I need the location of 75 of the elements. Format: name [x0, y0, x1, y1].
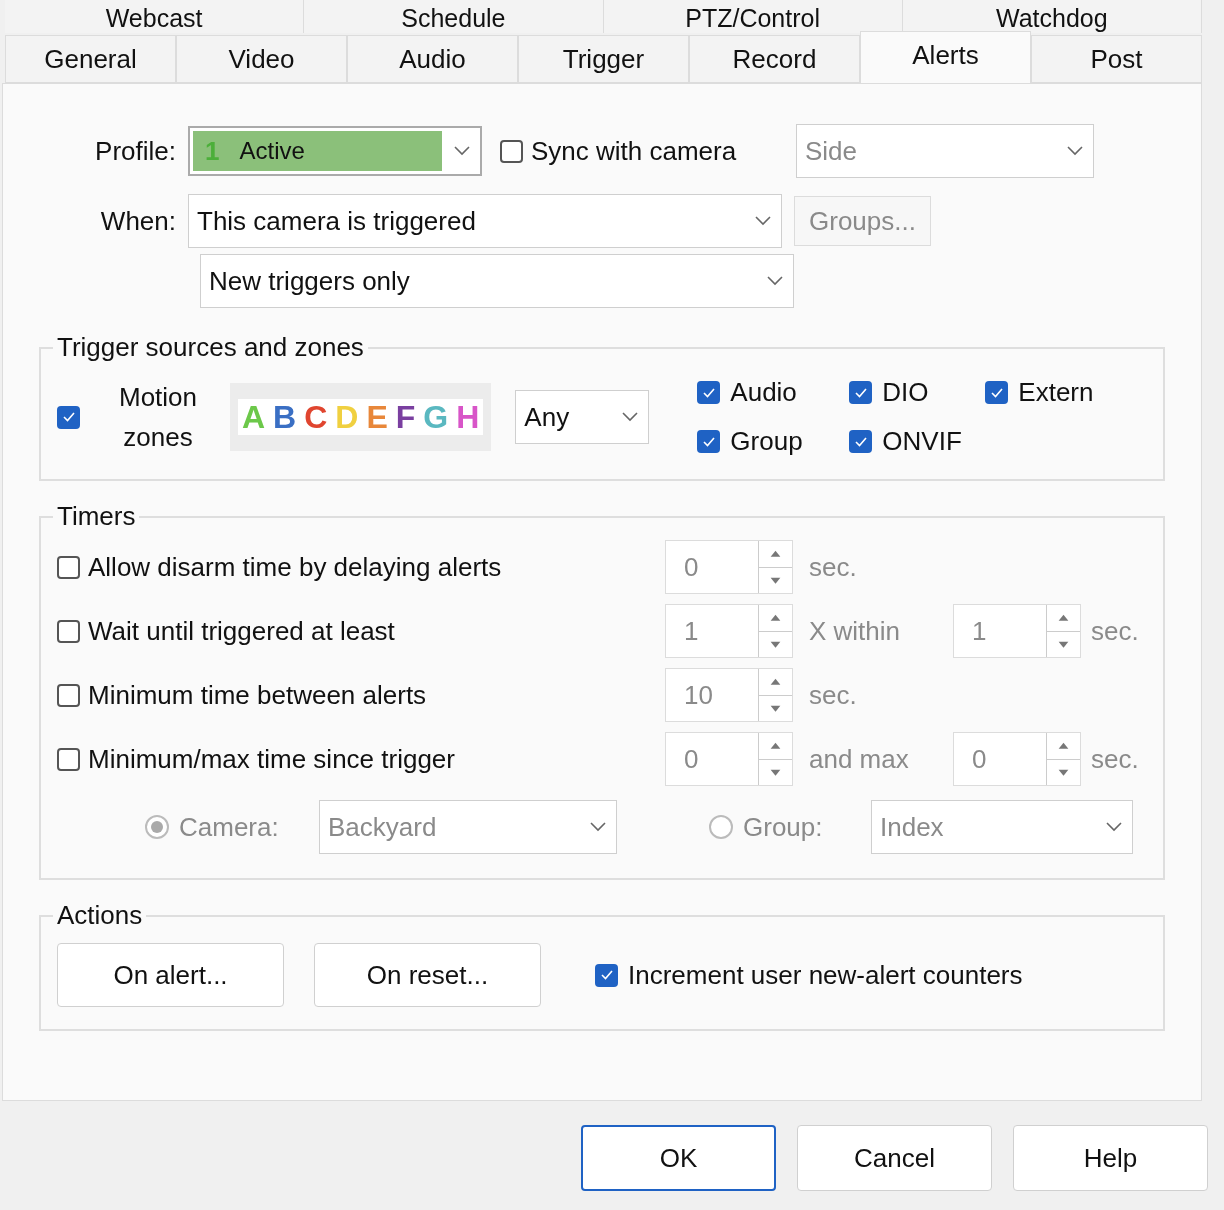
tab[interactable]: Post	[1031, 35, 1202, 83]
checkmark-icon	[599, 969, 614, 981]
tab[interactable]: Trigger	[518, 35, 689, 83]
profile-number: 1	[205, 134, 220, 168]
checkbox-label: Wait until triggered at least	[88, 614, 395, 648]
checkbox[interactable]	[57, 683, 80, 707]
checkbox[interactable]	[57, 619, 80, 643]
field-label: When:	[99, 204, 177, 238]
zone-letter[interactable]: C	[304, 399, 328, 435]
profile-name: Active	[239, 136, 305, 166]
zone-letter[interactable]: B	[273, 399, 297, 435]
checkmark-icon	[701, 386, 716, 399]
group-title: Trigger sources and zones	[56, 331, 365, 364]
dialog-button[interactable]: OK	[581, 1125, 776, 1191]
group-title: Timers	[56, 500, 137, 533]
checkbox[interactable]	[849, 430, 873, 453]
tab[interactable]: Audio	[347, 35, 518, 83]
unit-label: sec.	[1091, 742, 1139, 776]
checkbox[interactable]	[985, 381, 1009, 404]
tab[interactable]: Video	[176, 35, 347, 83]
checkbox-label: Allow disarm time by delaying alerts	[88, 550, 502, 584]
action-button[interactable]: On alert...	[57, 943, 284, 1007]
unit-label: sec.	[1091, 614, 1139, 648]
radio-button[interactable]	[145, 815, 169, 839]
zone-letters[interactable]: A B C D E F G H	[230, 383, 492, 451]
chevron-down-icon	[1067, 146, 1083, 156]
profile-select[interactable]: 1 Active	[188, 126, 482, 176]
chevron-down-icon	[622, 412, 639, 422]
unit-label: sec.	[809, 550, 858, 584]
checkbox-label: Increment user new-alert counters	[628, 958, 1023, 992]
checkmark-icon	[853, 386, 868, 399]
dropdown[interactable]: Any	[515, 390, 650, 444]
radio-label: Group:	[743, 810, 824, 844]
checkbox-label: Minimum/max time since trigger	[88, 742, 455, 776]
checkbox[interactable]	[57, 555, 80, 579]
tab[interactable]: Alerts	[860, 31, 1031, 83]
checkbox-label: Minimum time between alerts	[88, 678, 427, 712]
action-button[interactable]: On reset...	[314, 943, 541, 1007]
checkbox-label: Motion zones	[117, 381, 198, 454]
checkbox[interactable]	[697, 430, 721, 453]
dialog-button[interactable]: Help	[1013, 1125, 1208, 1191]
chevron-down-icon	[590, 822, 606, 832]
radio-button[interactable]	[709, 815, 733, 839]
checkbox[interactable]	[595, 963, 618, 987]
dropdown[interactable]: This camera is triggered	[188, 194, 782, 248]
checkbox-label: DIO	[882, 376, 929, 409]
checkmark-icon	[853, 435, 868, 448]
unit-label: X within	[809, 614, 902, 648]
checkbox-label: Audio	[730, 376, 797, 409]
checkbox[interactable]	[500, 139, 523, 163]
chevron-down-icon	[755, 216, 771, 226]
checkbox-label: Group	[730, 425, 803, 458]
checkbox[interactable]	[57, 747, 80, 771]
tab[interactable]: Record	[689, 35, 860, 83]
zone-letter[interactable]: F	[395, 399, 416, 435]
checkbox[interactable]	[697, 381, 721, 404]
group-title: Actions	[56, 899, 144, 932]
checkbox[interactable]	[57, 405, 80, 429]
checkmark-icon	[701, 435, 716, 448]
dropdown[interactable]: New triggers only	[200, 254, 794, 308]
chevron-down-icon	[454, 146, 470, 156]
field-label: Profile:	[94, 134, 177, 168]
checkbox-label: Sync with camera	[531, 134, 737, 168]
chevron-down-icon	[1106, 822, 1122, 832]
checkbox-label: Extern	[1018, 376, 1094, 409]
unit-label: sec.	[809, 678, 858, 712]
tab[interactable]: General	[5, 35, 176, 83]
radio-label: Camera:	[179, 810, 280, 844]
checkmark-icon	[61, 411, 76, 423]
checkbox[interactable]	[849, 381, 873, 404]
dialog-button[interactable]: Cancel	[797, 1125, 992, 1191]
checkbox-label: ONVIF	[882, 425, 962, 458]
checkmark-icon	[989, 386, 1004, 399]
unit-label: and max	[809, 742, 910, 776]
chevron-down-icon	[767, 276, 783, 286]
